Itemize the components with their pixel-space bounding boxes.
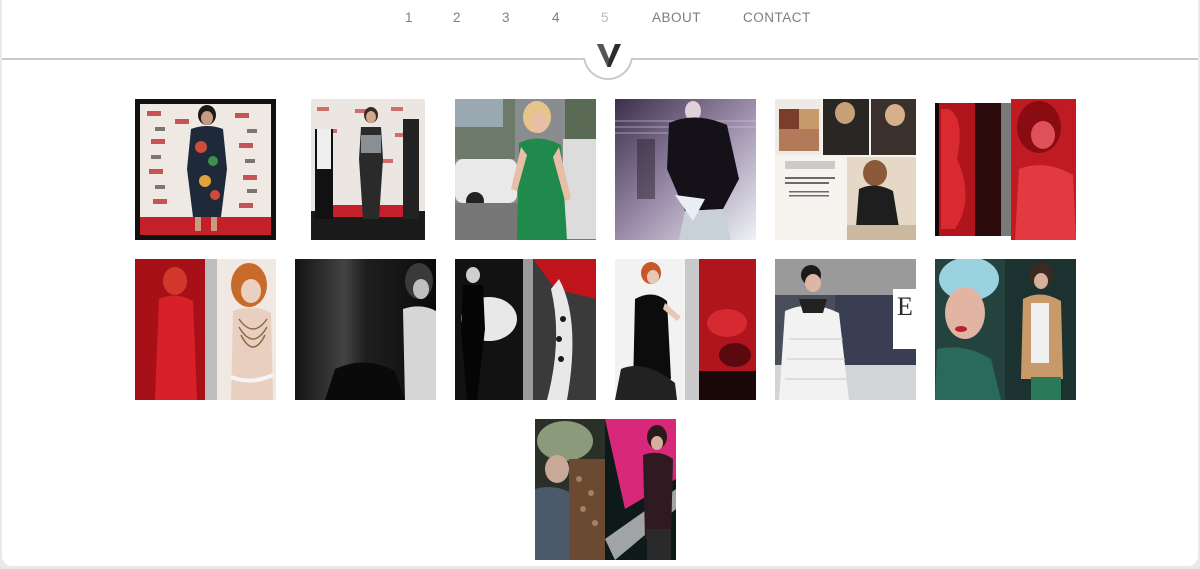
photo-monochrome-portrait[interactable]	[295, 259, 436, 400]
nav-item-2[interactable]: 2	[453, 10, 461, 25]
photo-blue-hair-spread[interactable]	[935, 259, 1076, 400]
photo-bw-figure-xray-spread[interactable]	[455, 259, 596, 400]
photo-fur-hat-pink-spread[interactable]	[535, 419, 676, 560]
photo-red-dress-spread[interactable]	[135, 259, 276, 400]
nav-item-1[interactable]: 1	[405, 10, 413, 25]
photo-red-tinted-spread[interactable]	[935, 99, 1076, 240]
v-logo-icon	[597, 44, 621, 67]
photo-green-dress-street[interactable]	[455, 99, 596, 240]
photo-magazine-collage[interactable]	[775, 99, 916, 240]
photo-white-coat-magazine[interactable]: E	[775, 259, 916, 400]
nav-item-contact[interactable]: CONTACT	[743, 10, 811, 25]
logo-badge[interactable]	[581, 30, 635, 80]
nav-item-about[interactable]: ABOUT	[652, 10, 701, 25]
photo-black-jacket-editorial[interactable]	[615, 99, 756, 240]
nav-item-3[interactable]: 3	[502, 10, 510, 25]
photo-red-carpet-floral-dress[interactable]	[135, 99, 276, 240]
main-nav: 1 2 3 4 5 ABOUT CONTACT	[2, 10, 1198, 30]
photo-red-carpet-interview[interactable]	[295, 99, 436, 240]
page: 1 2 3 4 5 ABOUT CONTACT E	[2, 0, 1198, 566]
nav-item-5[interactable]: 5	[601, 10, 609, 25]
svg-text:E: E	[897, 292, 913, 321]
photo-redhead-black-dress-spread[interactable]	[615, 259, 756, 400]
nav-item-4[interactable]: 4	[552, 10, 560, 25]
